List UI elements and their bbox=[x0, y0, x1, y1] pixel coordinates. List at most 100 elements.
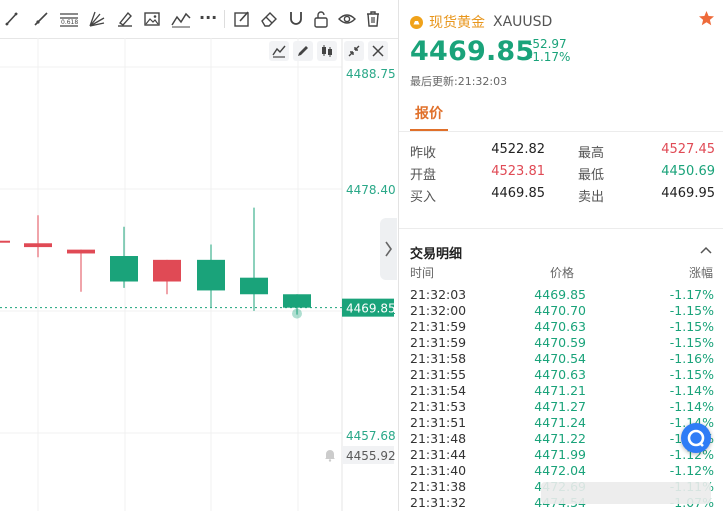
symbol-name: 现货黄金 bbox=[429, 15, 485, 31]
trades-title: 交易明细 bbox=[410, 247, 463, 262]
trade-price: 4471.24 bbox=[534, 415, 586, 430]
trade-time: 21:31:59 bbox=[410, 319, 467, 334]
trade-row: 21:31:484471.22-1.14% bbox=[410, 431, 714, 447]
axis-tick-label: 4488.75 bbox=[346, 67, 396, 81]
trade-row: 21:32:00 4470.70 -1.15% bbox=[410, 303, 714, 319]
chart-pane[interactable]: 0.618 ··· 4488.75 4478.40 4457.68 4469.8… bbox=[0, 0, 398, 511]
trade-price: 4470.63 bbox=[534, 367, 586, 382]
favorite-star-icon[interactable] bbox=[698, 10, 715, 31]
trade-time: 21:31:44 bbox=[410, 447, 467, 462]
live-dot bbox=[292, 308, 302, 319]
close-icon[interactable] bbox=[368, 41, 388, 61]
last-updated: 最后更新:21:32:03 bbox=[410, 75, 508, 88]
line-style-icon[interactable] bbox=[269, 41, 289, 61]
quote-row: 开盘 4523.81 最低 4450.69 bbox=[410, 164, 715, 186]
trade-time: 21:32:03 bbox=[410, 287, 467, 302]
header-change: 涨幅 bbox=[689, 266, 714, 280]
trade-time: 21:31:59 bbox=[410, 335, 467, 350]
change-percent: -1.17% bbox=[528, 50, 571, 64]
trade-time: 21:31:40 bbox=[410, 463, 467, 478]
trade-change: -1.14% bbox=[669, 383, 714, 398]
trade-row: 21:31:58 4470.54 -1.16% bbox=[410, 351, 714, 367]
quote-row: 昨收 4522.82 最高 4527.45 bbox=[410, 142, 715, 164]
bell-icon[interactable] bbox=[323, 447, 337, 462]
trade-change: -1.14% bbox=[669, 399, 714, 414]
quote-label: 卖出 bbox=[578, 190, 605, 205]
divider bbox=[399, 131, 723, 132]
quote-label: 最高 bbox=[578, 146, 605, 161]
trade-price: 4471.27 bbox=[534, 399, 586, 414]
trade-row: 21:31:40 4472.04 -1.12% bbox=[410, 463, 714, 479]
quote-label: 开盘 bbox=[410, 168, 437, 183]
trade-price: 4470.54 bbox=[534, 351, 586, 366]
header-price: 价格 bbox=[550, 266, 575, 280]
quote-value: 4523.81 bbox=[491, 164, 545, 179]
trade-price: 4471.21 bbox=[534, 383, 586, 398]
candlestick-chart[interactable]: 4488.754478.404468.044457.684469.854455.… bbox=[0, 0, 398, 511]
trade-time: 21:31:58 bbox=[410, 351, 467, 366]
gold-icon bbox=[410, 15, 423, 29]
trade-change: -1.12% bbox=[669, 463, 714, 478]
trade-price: 4470.70 bbox=[534, 303, 586, 318]
trade-time: 21:31:55 bbox=[410, 367, 467, 382]
candle-body bbox=[67, 249, 95, 254]
trade-price: 4471.22 bbox=[534, 431, 586, 446]
collapse-icon[interactable] bbox=[344, 41, 364, 61]
quote-value: 4522.82 bbox=[491, 142, 545, 157]
quote-value: 4527.45 bbox=[661, 142, 715, 157]
candle-body bbox=[110, 256, 138, 282]
candle-body bbox=[24, 243, 52, 248]
trade-change: -1.15% bbox=[669, 335, 714, 350]
trade-change: -1.16% bbox=[669, 351, 714, 366]
trade-price: 4471.99 bbox=[534, 447, 586, 462]
edit-icon[interactable] bbox=[293, 41, 313, 61]
quote-value: 4469.95 bbox=[661, 186, 715, 201]
trade-price: 4470.59 bbox=[534, 335, 586, 350]
quote-value: 4469.85 bbox=[491, 186, 545, 201]
axis-tick-label: 4457.68 bbox=[346, 429, 396, 443]
trade-time: 21:31:32 bbox=[410, 495, 467, 510]
trade-row: 21:31:44 4471.99 -1.12% bbox=[410, 447, 714, 463]
trade-row: 21:31:59 4470.63 -1.15% bbox=[410, 319, 714, 335]
candle-type-icon[interactable] bbox=[317, 41, 337, 61]
candle-body bbox=[197, 259, 225, 291]
trade-time: 21:31:53 bbox=[410, 399, 467, 414]
chevron-right-icon bbox=[385, 241, 392, 257]
quote-row: 买入 4469.85 卖出 4469.95 bbox=[410, 186, 715, 208]
trade-time: 21:31:51 bbox=[410, 415, 467, 430]
trade-price: 4472.04 bbox=[534, 463, 586, 478]
trade-row: 21:31:54 4471.21 -1.14% bbox=[410, 383, 714, 399]
chat-button[interactable] bbox=[681, 423, 711, 453]
quote-label: 最低 bbox=[578, 168, 605, 183]
current-price-label: 4469.85 bbox=[346, 302, 396, 316]
panel-toggle-button[interactable] bbox=[380, 218, 397, 280]
divider bbox=[399, 228, 723, 229]
trade-time: 21:31:38 bbox=[410, 479, 467, 494]
chevron-up-icon[interactable] bbox=[699, 243, 713, 262]
candle-body bbox=[283, 294, 311, 308]
trade-time: 21:32:00 bbox=[410, 303, 467, 318]
tab-quote[interactable]: 报价 bbox=[415, 103, 443, 123]
symbol-header: 现货黄金 XAUUSD bbox=[410, 10, 552, 34]
candle-body bbox=[240, 277, 268, 295]
trade-change: -1.15% bbox=[669, 367, 714, 382]
trade-row: 21:31:55 4470.63 -1.15% bbox=[410, 367, 714, 383]
trade-row: 21:32:03 4469.85 -1.17% bbox=[410, 287, 714, 303]
candles bbox=[0, 207, 311, 319]
trade-price: 4469.85 bbox=[534, 287, 586, 302]
trade-time: 21:31:54 bbox=[410, 383, 467, 398]
quote-label: 昨收 bbox=[410, 146, 437, 161]
trade-row: 21:31:514471.24-1.14% bbox=[410, 415, 714, 431]
current-price: 4469.85 bbox=[410, 36, 535, 67]
watermark-overlay bbox=[541, 482, 711, 504]
trade-change: -1.15% bbox=[669, 303, 714, 318]
quote-label: 买入 bbox=[410, 190, 437, 205]
axis-tick-label: 4478.40 bbox=[346, 183, 396, 197]
candle-body bbox=[153, 259, 181, 282]
candle-body bbox=[0, 240, 10, 243]
header-time: 时间 bbox=[410, 266, 435, 280]
trade-change: -1.15% bbox=[669, 319, 714, 334]
trade-row: 21:31:59 4470.59 -1.15% bbox=[410, 335, 714, 351]
trade-change: -1.17% bbox=[669, 287, 714, 302]
trade-price: 4470.63 bbox=[534, 319, 586, 334]
